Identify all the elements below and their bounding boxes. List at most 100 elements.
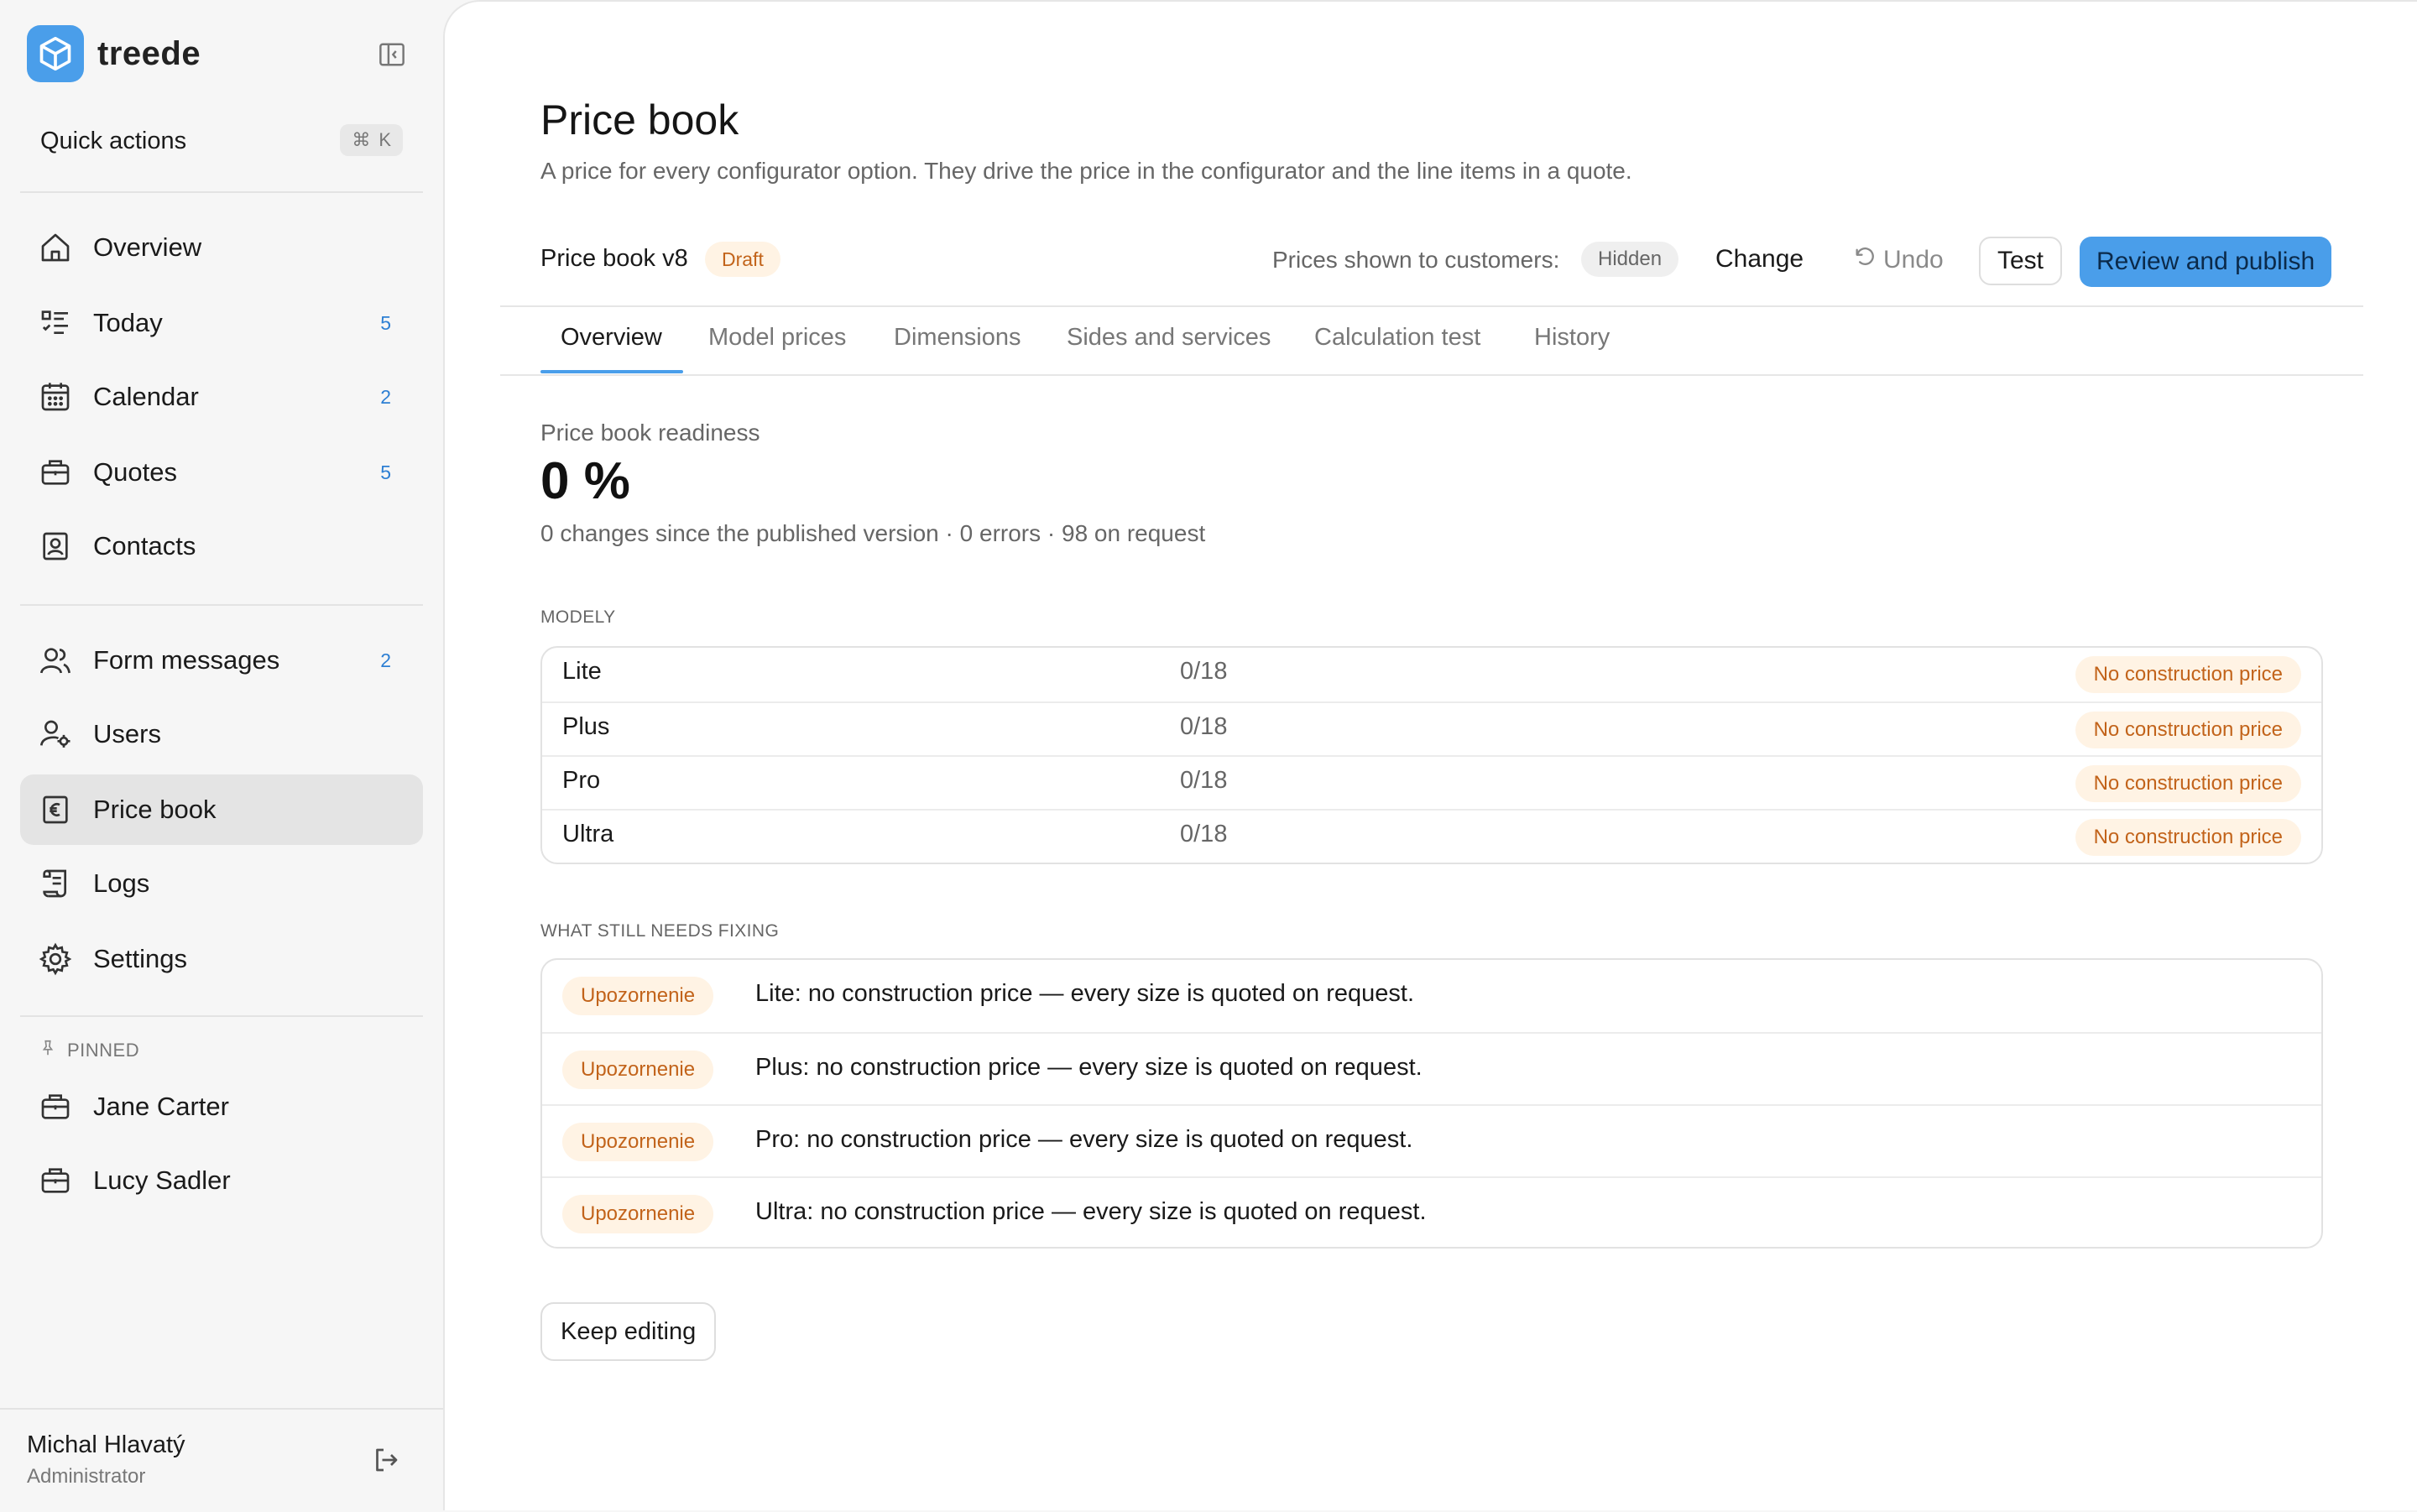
visibility-badge: Hidden	[1581, 242, 1679, 277]
sidebar-item-today[interactable]: Today 5	[20, 288, 423, 358]
sidebar-item-label: Calendar	[93, 382, 199, 411]
list-item[interactable]: Upozornenie Plus: no construction price …	[542, 1032, 2321, 1106]
list-item[interactable]: Upozornenie Lite: no construction price …	[542, 960, 2321, 1032]
logo-icon	[27, 25, 84, 82]
pin-icon	[39, 1039, 57, 1062]
warning-badge: Upozornenie	[562, 1051, 714, 1089]
tab-history[interactable]: History	[1534, 324, 1610, 352]
model-price-count: 0/18	[1180, 658, 1228, 685]
shortcut-hint: ⌘ K	[340, 124, 403, 156]
undo-icon	[1853, 245, 1877, 275]
table-row[interactable]: Lite 0/18 No construction price	[542, 648, 2321, 701]
header-divider	[500, 305, 2363, 307]
model-price-count: 0/18	[1180, 821, 1228, 847]
count-badge: 5	[380, 461, 391, 483]
contact-card-icon	[39, 529, 72, 563]
issue-text: Lite: no construction price — every size…	[755, 980, 1415, 1007]
sidebar-item-users[interactable]: Users	[20, 699, 423, 769]
command-key-icon: ⌘	[352, 129, 371, 150]
issue-text: Pro: no construction price — every size …	[755, 1126, 1413, 1153]
sidebar-item-label: Price book	[93, 795, 217, 824]
sidebar-item-contacts[interactable]: Contacts	[20, 511, 423, 581]
undo-label: Undo	[1883, 246, 1944, 274]
sidebar-item-overview[interactable]: Overview	[20, 212, 423, 283]
model-name: Pro	[562, 767, 601, 794]
sidebar-item-label: Quotes	[93, 457, 177, 487]
sidebar-item-label: Contacts	[93, 531, 196, 560]
calendar-icon	[39, 380, 72, 414]
sidebar-divider	[20, 604, 423, 606]
quick-actions-button[interactable]: Quick actions ⌘ K	[20, 117, 410, 164]
table-row[interactable]: Pro 0/18 No construction price	[542, 755, 2321, 811]
pinned-item-label: Jane Carter	[93, 1092, 229, 1121]
issue-text: Plus: no construction price — every size…	[755, 1054, 1423, 1081]
scroll-icon	[39, 867, 72, 900]
table-row[interactable]: Plus 0/18 No construction price	[542, 701, 2321, 757]
models-section-caption: MODELY	[540, 607, 616, 627]
models-table: Lite 0/18 No construction price Plus 0/1…	[540, 646, 2323, 864]
tabs-divider	[500, 374, 2363, 376]
user-name: Michal Hlavatý	[27, 1431, 185, 1458]
user-role: Administrator	[27, 1465, 146, 1488]
brand-name: treede	[97, 34, 201, 72]
sidebar-item-form-messages[interactable]: Form messages 2	[20, 625, 423, 696]
readiness-value: 0 %	[540, 452, 630, 510]
sidebar-item-label: Settings	[93, 944, 188, 973]
tab-calculation-test[interactable]: Calculation test	[1314, 324, 1480, 352]
price-book-version: Price book v8	[540, 245, 688, 272]
status-badge: No construction price	[2075, 656, 2301, 693]
count-badge: 2	[380, 385, 391, 408]
status-badge: Draft	[705, 242, 780, 277]
tab-overview[interactable]: Overview	[561, 324, 662, 352]
briefcase-icon	[39, 456, 72, 489]
issue-text: Ultra: no construction price — every siz…	[755, 1198, 1427, 1225]
sidebar-item-price-book[interactable]: Price book	[20, 774, 423, 845]
pinned-section-label: PINNED	[39, 1039, 139, 1062]
list-item[interactable]: Upozornenie Ultra: no construction price…	[542, 1176, 2321, 1250]
brand[interactable]: treede	[27, 25, 201, 82]
sidebar-item-label: Logs	[93, 868, 150, 898]
sidebar-item-label: Today	[93, 308, 163, 337]
status-badge: No construction price	[2075, 765, 2301, 802]
count-badge: 2	[380, 649, 391, 671]
tab-model-prices[interactable]: Model prices	[708, 324, 846, 352]
quick-actions-label: Quick actions	[40, 127, 187, 154]
list-item[interactable]: Upozornenie Pro: no construction price —…	[542, 1104, 2321, 1178]
pinned-item-jane-carter[interactable]: Jane Carter	[20, 1071, 423, 1142]
sidebar-item-calendar[interactable]: Calendar 2	[20, 362, 423, 432]
change-visibility-button[interactable]: Change	[1715, 245, 1804, 274]
tab-dimensions[interactable]: Dimensions	[894, 324, 1021, 352]
undo-button[interactable]: Undo	[1853, 245, 1944, 275]
briefcase-icon	[39, 1164, 72, 1197]
model-price-count: 0/18	[1180, 767, 1228, 794]
page-title: Price book	[540, 96, 739, 143]
warning-badge: Upozornenie	[562, 1123, 714, 1161]
visibility-label: Prices shown to customers:	[1272, 247, 1560, 273]
keep-editing-button[interactable]: Keep editing	[540, 1302, 717, 1361]
sidebar-item-label: Users	[93, 719, 161, 748]
fixing-list: Upozornenie Lite: no construction price …	[540, 958, 2323, 1249]
table-row[interactable]: Ultra 0/18 No construction price	[542, 809, 2321, 864]
sidebar-item-logs[interactable]: Logs	[20, 848, 423, 919]
review-and-publish-button[interactable]: Review and publish	[2080, 237, 2332, 287]
pinned-label: PINNED	[67, 1040, 140, 1061]
logout-icon[interactable]	[371, 1445, 401, 1475]
sidebar-item-settings[interactable]: Settings	[20, 924, 423, 994]
briefcase-icon	[39, 1090, 72, 1124]
main-panel: Price book A price for every configurato…	[443, 0, 2417, 1510]
sidebar-item-quotes[interactable]: Quotes 5	[20, 437, 423, 508]
count-badge: 5	[380, 311, 391, 334]
model-price-count: 0/18	[1180, 713, 1228, 740]
collapse-sidebar-icon[interactable]	[378, 42, 406, 67]
pinned-item-lucy-sadler[interactable]: Lucy Sadler	[20, 1145, 423, 1216]
tab-sides-and-services[interactable]: Sides and services	[1067, 324, 1271, 352]
test-button[interactable]: Test	[1979, 237, 2063, 285]
user-gear-icon	[39, 717, 72, 751]
sidebar-item-label: Overview	[93, 232, 202, 262]
gear-icon	[39, 942, 72, 976]
sidebar-item-label: Form messages	[93, 645, 280, 675]
page-subtitle: A price for every configurator option. T…	[540, 158, 1632, 184]
status-badge: No construction price	[2075, 819, 2301, 856]
model-name: Lite	[562, 658, 602, 685]
home-icon	[39, 231, 72, 264]
